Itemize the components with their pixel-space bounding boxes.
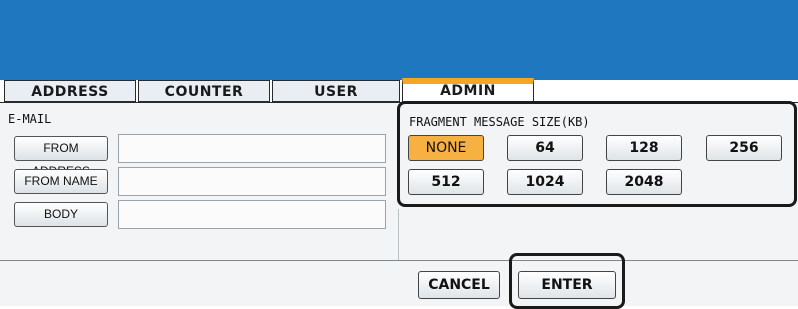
fragment-256-button[interactable]: 256	[706, 135, 782, 161]
from-name-button[interactable]: FROM NAME	[14, 169, 108, 194]
tab-bar: ADDRESS COUNTER USER ADMIN	[0, 78, 798, 103]
fragment-128-button[interactable]: 128	[606, 135, 682, 161]
cancel-button[interactable]: CANCEL	[418, 271, 500, 299]
body-button[interactable]: BODY	[14, 202, 108, 227]
email-section-label: E-MAIL	[8, 112, 52, 126]
fragment-none-button[interactable]: NONE	[408, 135, 484, 161]
tab-address[interactable]: ADDRESS	[4, 80, 136, 102]
footer-divider	[0, 260, 798, 261]
fragment-2048-button[interactable]: 2048	[606, 169, 682, 195]
tab-admin[interactable]: ADMIN	[402, 78, 534, 103]
enter-button[interactable]: ENTER	[518, 271, 616, 299]
body-field[interactable]	[118, 200, 386, 229]
fragment-1024-button[interactable]: 1024	[507, 169, 583, 195]
header-bar	[0, 0, 798, 80]
tab-counter[interactable]: COUNTER	[138, 80, 270, 102]
fragment-512-button[interactable]: 512	[408, 169, 484, 195]
column-divider	[398, 209, 399, 261]
tab-user[interactable]: USER	[272, 80, 400, 102]
from-address-field[interactable]	[118, 134, 386, 163]
from-name-field[interactable]	[118, 167, 386, 196]
fragment-size-title: FRAGMENT MESSAGE SIZE(KB)	[409, 115, 590, 129]
admin-panel: E-MAIL FROM ADDRESS FROM NAME BODY FRAGM…	[0, 101, 798, 309]
from-address-button[interactable]: FROM ADDRESS	[14, 136, 108, 178]
fragment-64-button[interactable]: 64	[507, 135, 583, 161]
